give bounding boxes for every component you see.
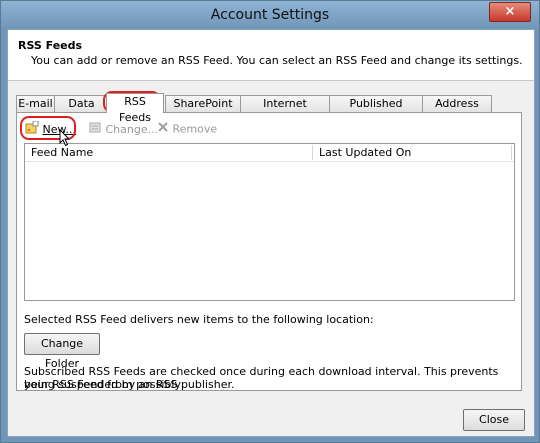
rss-feeds-panel: New... Change... Remove Feed Name Last U… (16, 112, 522, 391)
header-title: RSS Feeds (18, 39, 83, 52)
column-last-updated-on[interactable]: Last Updated On (319, 144, 411, 161)
column-divider[interactable] (511, 145, 512, 160)
tab-data-files[interactable]: Data Files (54, 95, 109, 126)
remove-button-label: Remove (172, 122, 218, 136)
window-close-button[interactable]: × (489, 2, 531, 22)
list-header: Feed Name Last Updated On (25, 144, 514, 162)
remove-button[interactable]: Remove (157, 121, 217, 137)
dialog-header: RSS Feeds You can add or remove an RSS F… (8, 30, 534, 81)
change-feed-icon (89, 121, 102, 139)
column-divider[interactable] (312, 145, 313, 160)
tab-email[interactable]: E-mail (16, 95, 55, 112)
info-text-line-2: being suspended by an RSS publisher. (24, 378, 235, 391)
title-bar[interactable]: Account Settings × (1, 1, 539, 29)
delivery-location-text: Selected RSS Feed delivers new items to … (24, 313, 374, 326)
remove-x-icon (157, 121, 169, 138)
header-description: You can add or remove an RSS Feed. You c… (31, 54, 523, 67)
change-folder-button[interactable]: Change Folder (24, 333, 100, 370)
window-title: Account Settings (210, 7, 330, 23)
rss-feed-list[interactable]: Feed Name Last Updated On (24, 143, 515, 301)
tab-internet-calendars[interactable]: Internet Calendars (240, 95, 330, 126)
mouse-pointer-icon (59, 128, 71, 150)
tab-address-books[interactable]: Address Books (422, 95, 492, 126)
tab-published-calendars[interactable]: Published Calendars (329, 95, 423, 126)
tab-rss-feeds[interactable]: RSS Feeds (106, 93, 164, 124)
account-settings-window: Account Settings × RSS Feeds You can add… (0, 0, 540, 443)
close-button[interactable]: Close (463, 409, 525, 431)
tab-sharepoint-lists[interactable]: SharePoint Lists (165, 95, 241, 126)
dialog-body: RSS Feeds You can add or remove an RSS F… (7, 29, 535, 437)
